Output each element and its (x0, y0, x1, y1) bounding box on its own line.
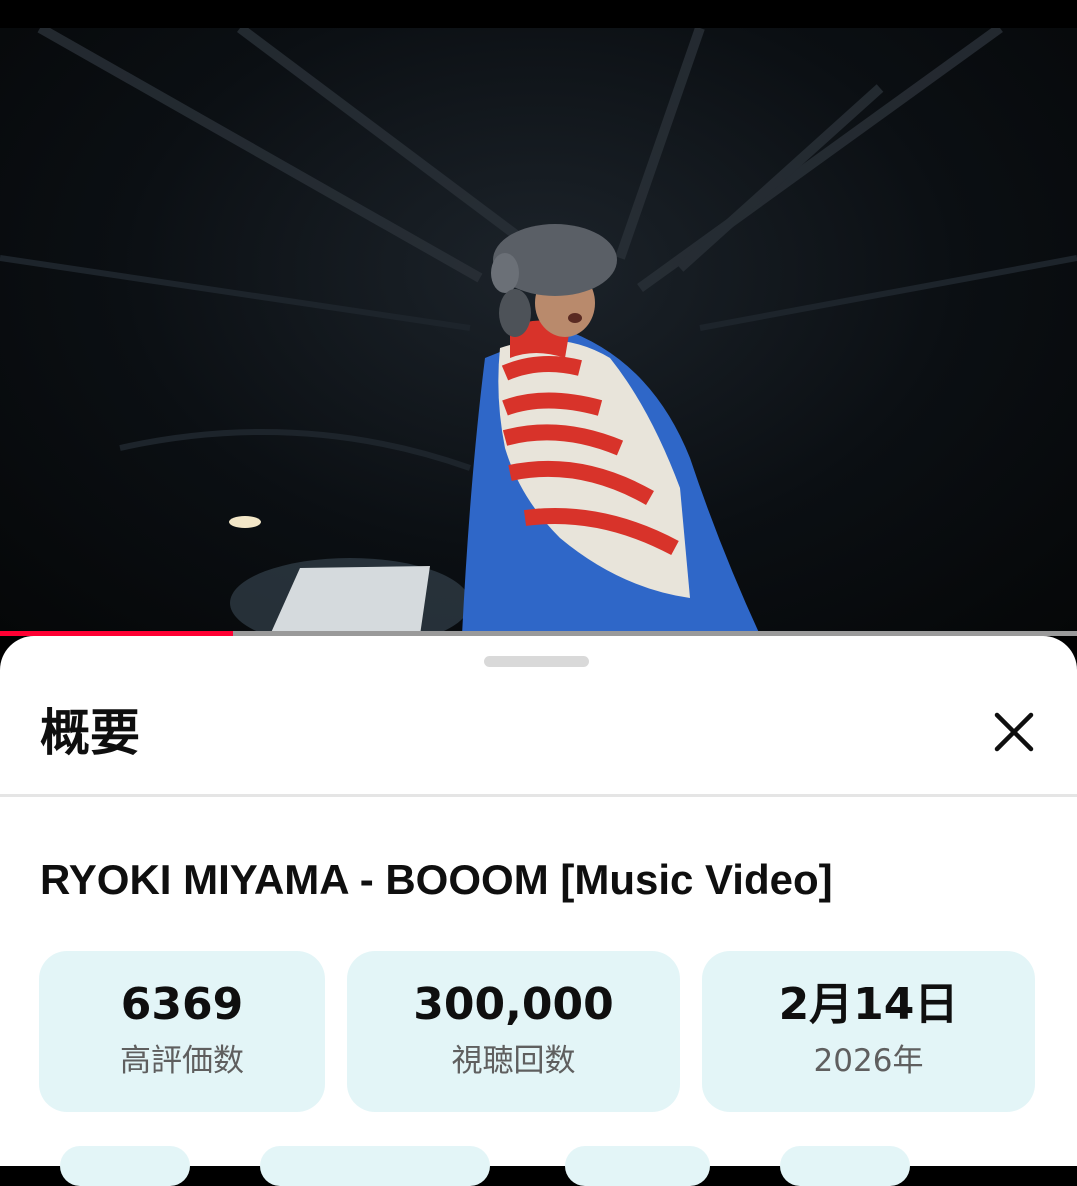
video-player[interactable] (0, 28, 1077, 635)
close-icon (994, 712, 1034, 752)
close-button[interactable] (986, 704, 1042, 760)
likes-count: 6369 (120, 979, 244, 1030)
divider (0, 794, 1077, 797)
drag-handle[interactable] (484, 656, 589, 667)
chip-peek (780, 1146, 910, 1186)
video-title: RYOKI MIYAMA - BOOOM [Music Video] (40, 856, 833, 903)
date-card: 2月14日 2026年 (702, 951, 1035, 1112)
upload-year: 2026年 (813, 1043, 924, 1079)
description-sheet: 概要 RYOKI MIYAMA - BOOOM [Music Video] 63… (0, 636, 1077, 1186)
chip-peek (260, 1146, 490, 1186)
views-card: 300,000 視聴回数 (347, 951, 680, 1112)
upload-date: 2月14日 (778, 979, 959, 1030)
status-bar (0, 0, 1077, 28)
chip-peek (565, 1146, 710, 1186)
views-count: 300,000 (413, 979, 614, 1030)
sheet-title: 概要 (40, 704, 140, 762)
likes-card: 6369 高評価数 (39, 951, 325, 1112)
chip-peek (60, 1146, 190, 1186)
likes-label: 高評価数 (120, 1043, 244, 1079)
views-label: 視聴回数 (451, 1043, 576, 1079)
video-frame-image (0, 28, 1077, 635)
